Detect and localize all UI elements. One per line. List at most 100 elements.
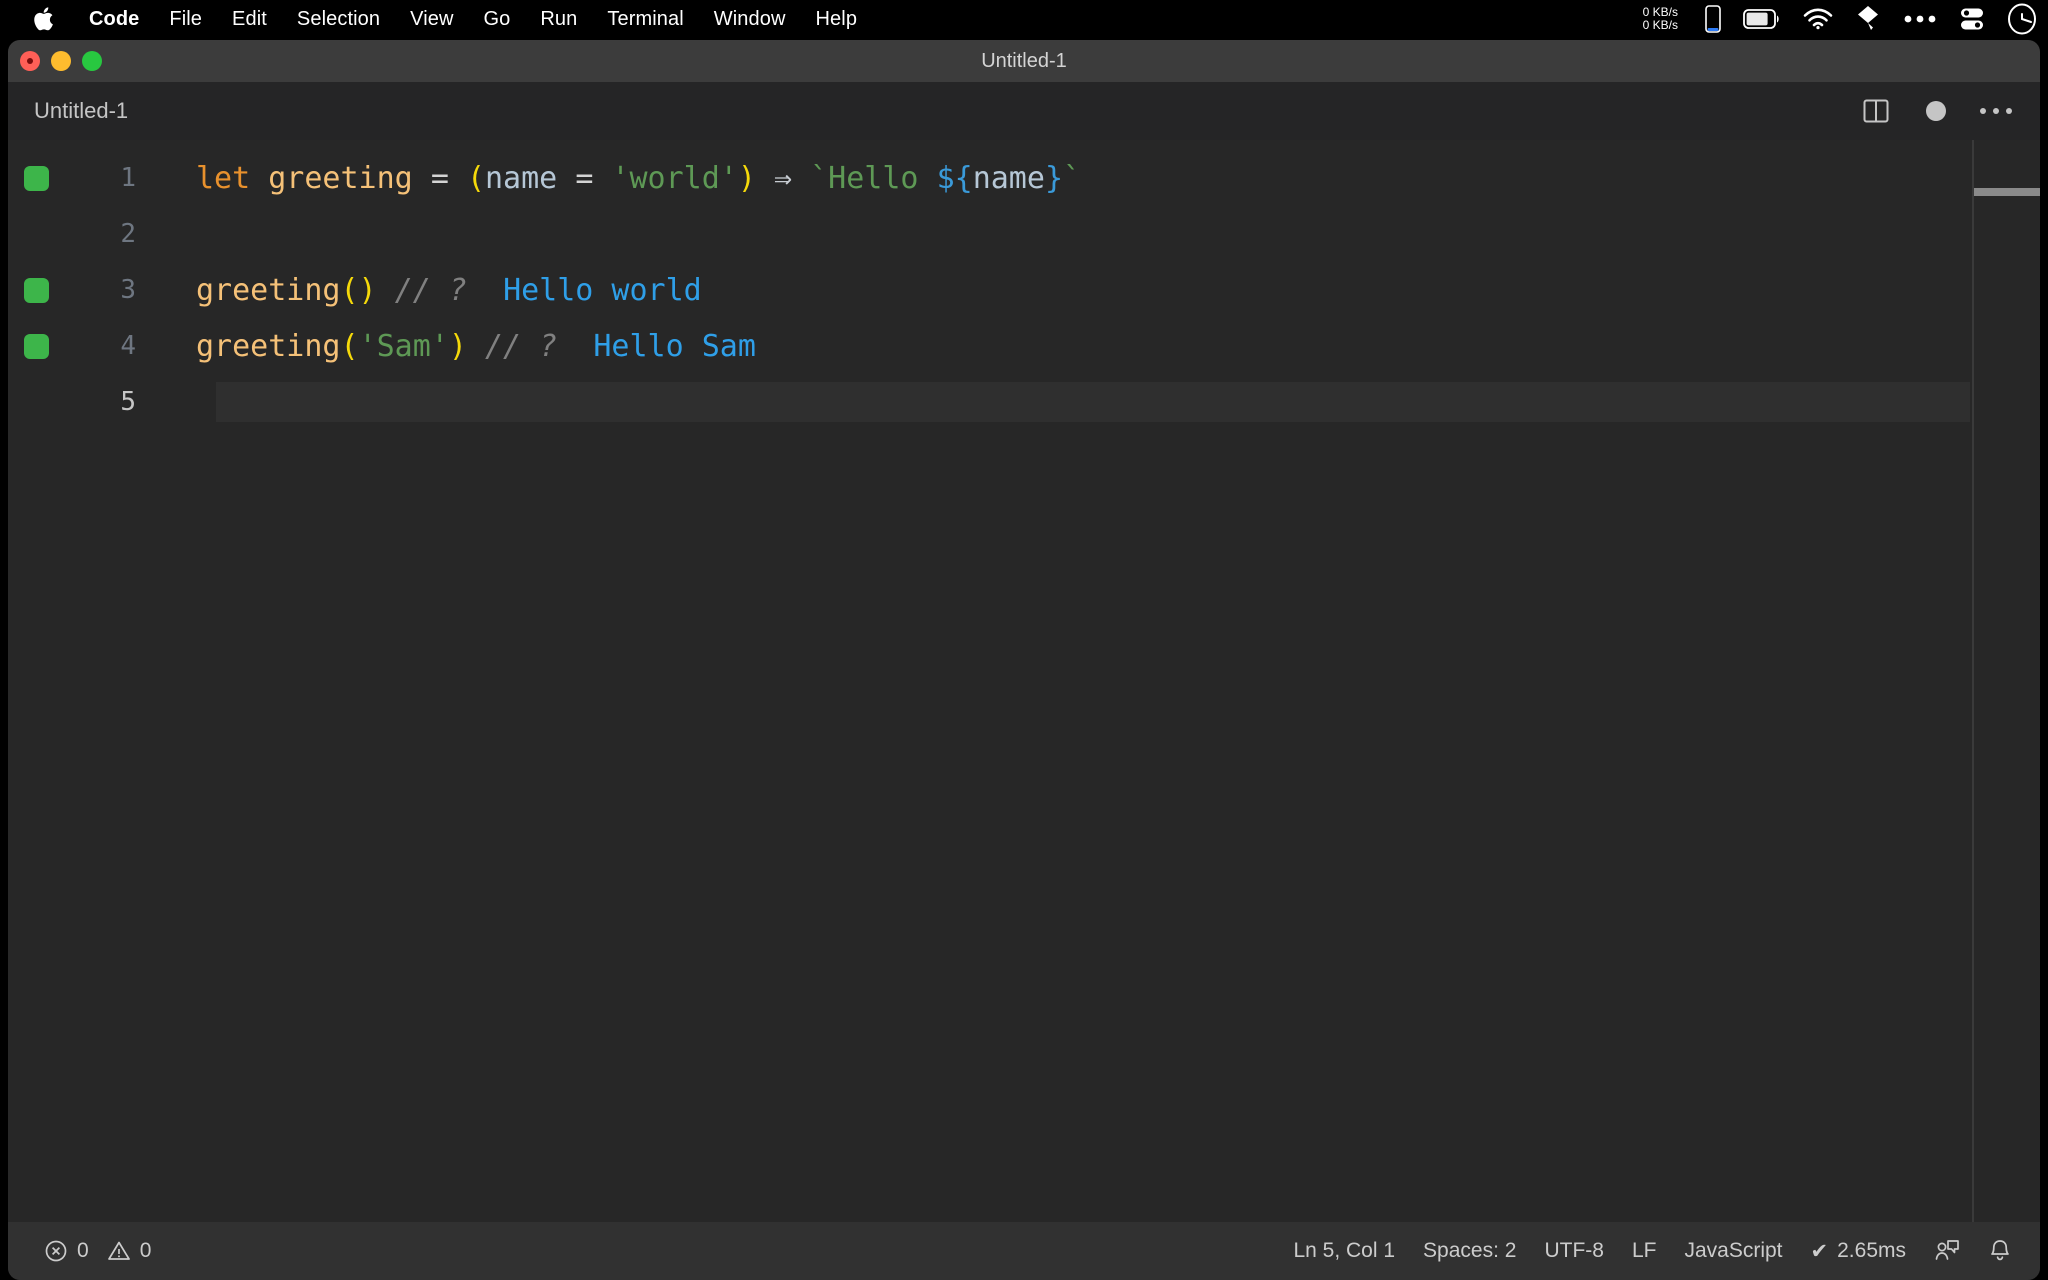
code-token (557, 161, 575, 196)
more-actions-icon[interactable] (1970, 89, 2022, 133)
menu-item-terminal[interactable]: Terminal (592, 0, 698, 38)
code-line[interactable]: 1let greeting = (name = 'world') ⇒ `Hell… (8, 150, 2040, 206)
quokka-coverage-marker (24, 334, 49, 359)
editor-action-bar (1850, 82, 2022, 140)
line-number: 4 (64, 331, 140, 361)
code-token: } (1045, 161, 1063, 196)
apple-logo-icon[interactable] (26, 0, 60, 38)
code-token (377, 273, 395, 308)
line-content: let greeting = (name = 'world') ⇒ `Hello… (140, 161, 1081, 196)
code-token: 'world' (611, 161, 737, 196)
code-token: = (431, 161, 449, 196)
code-token: () (341, 273, 377, 308)
code-token: Hello Sam (593, 329, 756, 364)
ellipsis-menu-icon[interactable] (1892, 0, 1948, 38)
dirty-indicator (1926, 101, 1946, 121)
code-token (467, 273, 503, 308)
editor-scrollbar[interactable] (1972, 140, 2040, 1222)
gutter-glyph[interactable] (8, 262, 64, 318)
gutter-glyph[interactable] (8, 150, 64, 206)
warning-icon (107, 1239, 131, 1263)
problems-indicator[interactable]: 0 0 (30, 1222, 165, 1280)
line-number: 5 (64, 387, 140, 417)
quokka-coverage-marker (24, 278, 49, 303)
file-encoding[interactable]: UTF-8 (1530, 1222, 1618, 1280)
menu-item-selection[interactable]: Selection (282, 0, 395, 38)
phone-battery-icon[interactable] (1694, 0, 1732, 38)
menu-bar-status-items: 0 KB/s 0 KB/s (1643, 0, 2048, 38)
menu-item-window[interactable]: Window (699, 0, 801, 38)
window-title-bar: Untitled-1 (8, 40, 2040, 82)
code-editor[interactable]: 1let greeting = (name = 'world') ⇒ `Hell… (8, 140, 2040, 1222)
code-token (593, 161, 611, 196)
code-token (557, 329, 593, 364)
code-token: name (485, 161, 557, 196)
status-bar-right: Ln 5, Col 1 Spaces: 2 UTF-8 LF JavaScrip… (1279, 1222, 2026, 1280)
split-editor-icon[interactable] (1850, 89, 1902, 133)
menu-item-go[interactable]: Go (469, 0, 526, 38)
zoom-button[interactable] (82, 51, 102, 71)
quokka-coverage-marker (24, 166, 49, 191)
menu-item-run[interactable]: Run (525, 0, 592, 38)
status-bar: 0 0 Ln 5, Col 1 Spaces: 2 UTF-8 LF JavaS… (8, 1222, 2040, 1280)
error-count: 0 (77, 1239, 89, 1263)
network-speed-indicator[interactable]: 0 KB/s 0 KB/s (1643, 6, 1678, 32)
code-token: greeting (196, 329, 341, 364)
code-token: let (196, 161, 250, 196)
code-token: ( (467, 161, 485, 196)
quokka-runtime[interactable]: ✔ 2.65ms (1797, 1222, 1920, 1280)
cursor-position[interactable]: Ln 5, Col 1 (1279, 1222, 1409, 1280)
end-of-line-setting[interactable]: LF (1618, 1222, 1671, 1280)
dropbox-icon[interactable] (1844, 0, 1892, 38)
tab-label: Untitled-1 (34, 98, 128, 124)
menu-item-edit[interactable]: Edit (217, 0, 282, 38)
time-machine-icon[interactable] (1996, 0, 2048, 38)
macos-menu-bar: Code File Edit Selection View Go Run Ter… (0, 0, 2048, 38)
minimize-button[interactable] (51, 51, 71, 71)
code-token (467, 329, 485, 364)
gutter-glyph[interactable] (8, 318, 64, 374)
menu-item-file[interactable]: File (154, 0, 217, 38)
line-content: greeting() // ? Hello world (140, 273, 702, 308)
code-token (792, 161, 810, 196)
code-token: = (575, 161, 593, 196)
tab-untitled-1[interactable]: Untitled-1 (8, 82, 150, 140)
feedback-icon[interactable] (1920, 1222, 1974, 1280)
code-token: name (973, 161, 1045, 196)
indentation-setting[interactable]: Spaces: 2 (1409, 1222, 1530, 1280)
bell-icon[interactable] (1974, 1222, 2026, 1280)
warning-count: 0 (140, 1239, 152, 1263)
code-token: ⇒ (774, 161, 792, 196)
line-number: 3 (64, 275, 140, 305)
menu-item-code[interactable]: Code (74, 0, 154, 38)
battery-icon[interactable] (1732, 0, 1792, 38)
code-line[interactable]: 4greeting('Sam') // ? Hello Sam (8, 318, 2040, 374)
check-icon: ✔ (1811, 1239, 1829, 1264)
gutter-glyph[interactable] (8, 374, 64, 430)
code-token: greeting (268, 161, 413, 196)
code-line[interactable]: 5 (8, 374, 2040, 430)
menu-bar-items: Code File Edit Selection View Go Run Ter… (0, 0, 872, 38)
code-token: Hello world (503, 273, 702, 308)
code-token: `Hello (810, 161, 936, 196)
runtime-value: 2.65ms (1837, 1239, 1906, 1263)
code-token: greeting (196, 273, 341, 308)
menu-item-view[interactable]: View (395, 0, 468, 38)
close-button[interactable] (20, 51, 40, 71)
control-center-icon[interactable] (1948, 0, 1996, 38)
error-icon (44, 1239, 68, 1263)
menu-item-help[interactable]: Help (801, 0, 873, 38)
code-line[interactable]: 2 (8, 206, 2040, 262)
code-token: // ? (485, 329, 557, 364)
wifi-icon[interactable] (1792, 0, 1844, 38)
gutter-glyph[interactable] (8, 206, 64, 262)
line-number: 1 (64, 163, 140, 193)
code-token: ) (449, 329, 467, 364)
code-token: ) (738, 161, 756, 196)
unsaved-dot-icon[interactable] (1910, 89, 1962, 133)
code-line[interactable]: 3greeting() // ? Hello world (8, 262, 2040, 318)
language-mode[interactable]: JavaScript (1670, 1222, 1796, 1280)
current-line-highlight (216, 382, 1970, 422)
vscode-window: Untitled-1 Untitled-1 1let gr (8, 40, 2040, 1280)
code-lines: 1let greeting = (name = 'world') ⇒ `Hell… (8, 140, 2040, 430)
